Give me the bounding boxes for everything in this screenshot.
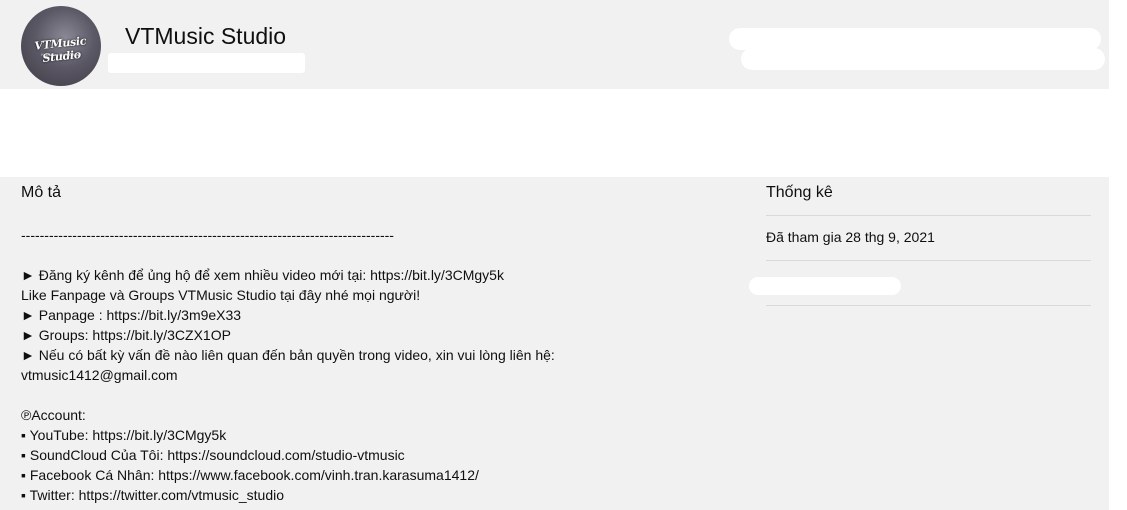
- stats-divider: [766, 305, 1091, 306]
- channel-name: VTMusic Studio: [125, 23, 287, 49]
- description-line: Like Fanpage và Groups VTMusic Studio tạ…: [21, 287, 421, 303]
- description-line: ℗Account:: [21, 407, 86, 423]
- channel-header: VTMusic Studio Nightcore Remix Bass VTMu…: [0, 0, 1109, 89]
- description-line: ► Nếu có bất kỳ vấn đề nào liên quan đến…: [21, 347, 555, 363]
- description-text: ----------------------------------------…: [21, 225, 741, 505]
- description-line: ► Đăng ký kênh để ủng hộ để xem nhiều vi…: [21, 267, 504, 283]
- description-line: ▪ Facebook Cá Nhân: https://www.facebook…: [21, 467, 479, 483]
- about-section: Mô tả ----------------------------------…: [0, 177, 1109, 510]
- stats-divider: [766, 215, 1091, 216]
- avatar-logo-text: VTMusic Studio: [33, 34, 87, 65]
- description-line: ► Groups: https://bit.ly/3CZX1OP: [21, 327, 231, 343]
- description-line: ▪ YouTube: https://bit.ly/3CMgy5k: [21, 427, 227, 443]
- description-line: vtmusic1412@gmail.com: [21, 367, 178, 383]
- redacted-header-action-2: [741, 48, 1105, 70]
- channel-avatar[interactable]: VTMusic Studio Nightcore Remix Bass: [21, 6, 101, 86]
- avatar-logo-subtext: Nightcore Remix Bass: [41, 52, 81, 57]
- joined-date: Đã tham gia 28 thg 9, 2021: [766, 229, 935, 245]
- description-line: ▪ SoundCloud Của Tôi: https://soundcloud…: [21, 447, 405, 463]
- redacted-view-count: [749, 277, 901, 295]
- redacted-subscriber-count: [108, 53, 305, 73]
- description-line: ----------------------------------------…: [21, 227, 394, 243]
- description-title: Mô tả: [21, 184, 62, 201]
- redacted-header-action: [729, 28, 1101, 50]
- stats-divider: [766, 260, 1091, 261]
- description-line: ► Panpage : https://bit.ly/3m9eX33: [21, 307, 242, 323]
- stats-title: Thống kê: [766, 184, 833, 201]
- description-line: [21, 245, 741, 265]
- description-line: ▪ Twitter: https://twitter.com/vtmusic_s…: [21, 487, 285, 503]
- description-line: [21, 385, 741, 405]
